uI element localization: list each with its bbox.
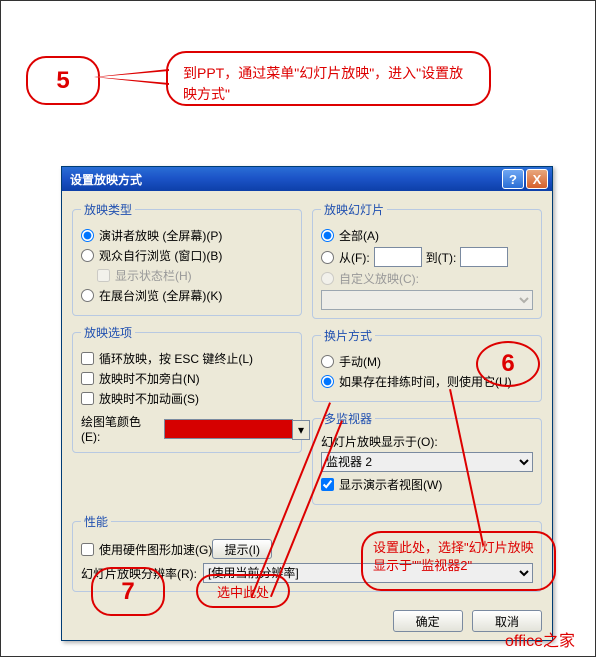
step-6-callout: 设置此处，选择"幻灯片放映显示于""监视器2" — [361, 531, 556, 591]
to-input[interactable] — [460, 247, 508, 267]
no-narration-label: 放映时不加旁白(N) — [99, 370, 200, 387]
step-7-callout: 选中此处 — [196, 574, 290, 608]
to-label: 到(T): — [426, 249, 457, 266]
loop-label: 循环放映，按 ESC 键终止(L) — [99, 350, 253, 367]
manual-label: 手动(M) — [339, 353, 381, 370]
show-type-group: 放映类型 演讲者放映 (全屏幕)(P) 观众自行浏览 (窗口)(B) 显示状态栏… — [72, 201, 302, 316]
step-7-badge: 7 — [91, 567, 165, 616]
ok-button[interactable]: 确定 — [393, 610, 463, 632]
callout-pointer — [94, 69, 169, 85]
custom-label: 自定义放映(C): — [339, 270, 419, 287]
timings-radio[interactable] — [321, 375, 334, 388]
dialog-title: 设置放映方式 — [66, 171, 500, 188]
show-slides-group: 放映幻灯片 全部(A) 从(F): 到(T): 自定义放映(C): — [312, 201, 542, 319]
statusbar-check — [97, 269, 110, 282]
tips-button[interactable]: 提示(I) — [212, 539, 272, 559]
browsed-radio[interactable] — [81, 249, 94, 262]
page: 5 到PPT，通过菜单"幻灯片放映"，进入"设置放映方式" 设置放映方式 ? X… — [0, 0, 596, 657]
monitor-select[interactable]: 监视器 2 — [321, 452, 533, 472]
manual-radio[interactable] — [321, 355, 334, 368]
presenter-view-check[interactable] — [321, 478, 334, 491]
kiosk-label: 在展台浏览 (全屏幕)(K) — [99, 287, 222, 304]
step-5-badge: 5 — [26, 56, 100, 105]
presenter-radio[interactable] — [81, 229, 94, 242]
help-button[interactable]: ? — [502, 169, 524, 189]
titlebar[interactable]: 设置放映方式 ? X — [62, 167, 552, 191]
kiosk-radio[interactable] — [81, 289, 94, 302]
step-6-badge: 6 — [476, 341, 540, 387]
all-label: 全部(A) — [339, 227, 379, 244]
no-animation-check[interactable] — [81, 392, 94, 405]
pen-color-picker[interactable] — [164, 419, 293, 439]
presenter-view-label: 显示演示者视图(W) — [339, 476, 442, 493]
no-narration-check[interactable] — [81, 372, 94, 385]
show-options-legend: 放映选项 — [81, 324, 135, 341]
hw-accel-check[interactable] — [81, 543, 94, 556]
presenter-label: 演讲者放映 (全屏幕)(P) — [99, 227, 222, 244]
performance-legend: 性能 — [81, 513, 111, 530]
show-options-group: 放映选项 循环放映，按 ESC 键终止(L) 放映时不加旁白(N) 放映时不加动… — [72, 324, 302, 453]
step-5-callout: 到PPT，通过菜单"幻灯片放映"，进入"设置放映方式" — [166, 51, 491, 106]
advance-legend: 换片方式 — [321, 327, 375, 344]
custom-select — [321, 290, 533, 310]
from-label: 从(F): — [339, 249, 370, 266]
show-slides-legend: 放映幻灯片 — [321, 201, 387, 218]
monitors-legend: 多监视器 — [321, 410, 375, 427]
from-input[interactable] — [374, 247, 422, 267]
statusbar-label: 显示状态栏(H) — [115, 267, 192, 284]
no-animation-label: 放映时不加动画(S) — [99, 390, 199, 407]
display-on-label: 幻灯片放映显示于(O): — [321, 433, 533, 450]
show-type-legend: 放映类型 — [81, 201, 135, 218]
loop-check[interactable] — [81, 352, 94, 365]
browsed-label: 观众自行浏览 (窗口)(B) — [99, 247, 222, 264]
monitors-group: 多监视器 幻灯片放映显示于(O): 监视器 2 显示演示者视图(W) — [312, 410, 542, 505]
from-radio[interactable] — [321, 251, 334, 264]
close-button[interactable]: X — [526, 169, 548, 189]
watermark: office之家 — [505, 627, 575, 651]
pen-color-label: 绘图笔颜色(E): — [81, 413, 158, 444]
hw-accel-label: 使用硬件图形加速(G) — [99, 541, 212, 558]
all-radio[interactable] — [321, 229, 334, 242]
custom-radio — [321, 272, 334, 285]
